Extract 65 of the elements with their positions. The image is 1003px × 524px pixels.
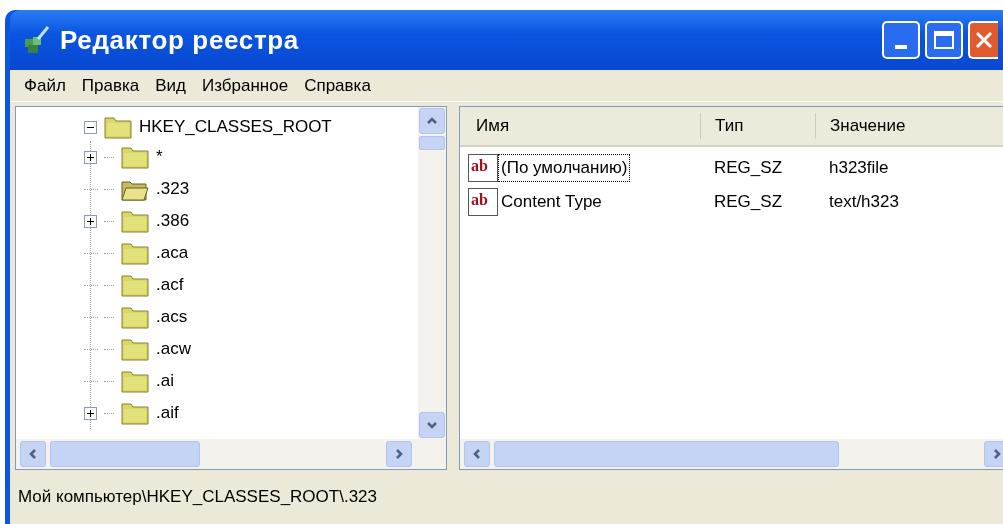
- column-header[interactable]: Имя: [460, 113, 700, 139]
- scrollbar-thumb[interactable]: [50, 441, 200, 467]
- tree-item[interactable]: .aif: [156, 400, 179, 426]
- folder-icon: [120, 368, 150, 394]
- string-value-icon: ab: [468, 154, 498, 182]
- scroll-right-button[interactable]: [984, 441, 1003, 467]
- scrollbar-thumb[interactable]: [494, 441, 839, 467]
- chevron-left-icon: [471, 448, 483, 460]
- tree-item[interactable]: .acs: [156, 304, 188, 330]
- folder-icon: [120, 304, 150, 330]
- expand-icon[interactable]: [84, 214, 97, 228]
- folder-icon: [120, 400, 150, 426]
- folder-icon: [103, 114, 133, 140]
- menu-item[interactable]: Вид: [155, 72, 186, 99]
- scrollbar-thumb[interactable]: [419, 136, 445, 150]
- menu-item[interactable]: Файл: [24, 72, 66, 99]
- value-data: text/h323: [828, 191, 900, 214]
- value-data: h323file: [828, 157, 890, 180]
- menu-item[interactable]: Правка: [81, 72, 140, 99]
- expand-icon[interactable]: [84, 406, 97, 420]
- menu-item[interactable]: Справка: [304, 72, 371, 99]
- chevron-right-icon: [991, 448, 1003, 460]
- vertical-scrollbar[interactable]: [418, 107, 446, 439]
- value-name[interactable]: Content Type: [498, 188, 605, 216]
- registry-cubes-icon: [22, 25, 52, 55]
- chevron-left-icon: [27, 448, 39, 460]
- column-header[interactable]: Тип: [700, 113, 815, 139]
- tree-item[interactable]: *: [156, 144, 163, 170]
- minimize-button[interactable]: [882, 21, 920, 59]
- folder-icon: [120, 240, 150, 266]
- horizontal-scrollbar[interactable]: [460, 439, 1003, 469]
- window-title: Редактор реестра: [60, 23, 299, 57]
- horizontal-scrollbar[interactable]: [16, 439, 446, 469]
- close-icon: [975, 31, 993, 49]
- folder-icon: [120, 336, 150, 362]
- maximize-icon: [934, 31, 954, 49]
- value-type: REG_SZ: [713, 157, 784, 180]
- tree-item[interactable]: .323: [156, 176, 190, 202]
- close-button[interactable]: [968, 21, 998, 59]
- menu-item[interactable]: Избранное: [202, 72, 289, 99]
- tree-item[interactable]: HKEY_CLASSES_ROOT: [139, 114, 332, 140]
- tree-item[interactable]: .aca: [156, 240, 189, 266]
- maximize-button[interactable]: [925, 21, 963, 59]
- scroll-down-button[interactable]: [419, 412, 445, 438]
- folder-icon: [120, 272, 150, 298]
- scroll-right-button[interactable]: [386, 441, 412, 467]
- string-value-icon: ab: [468, 188, 498, 216]
- minimize-icon: [895, 45, 907, 49]
- tree-item[interactable]: .acf: [156, 272, 184, 298]
- status-bar-path: Мой компьютер\HKEY_CLASSES_ROOT\.323: [18, 486, 377, 509]
- chevron-down-icon: [426, 419, 438, 431]
- value-type: REG_SZ: [713, 191, 784, 214]
- folder-icon: [120, 144, 150, 170]
- tree-item[interactable]: .acw: [156, 336, 191, 362]
- column-header[interactable]: Значение: [815, 113, 975, 139]
- folder-icon: [120, 208, 150, 234]
- scroll-left-button[interactable]: [20, 441, 46, 467]
- tree-item[interactable]: .386: [156, 208, 190, 234]
- chevron-right-icon: [393, 448, 405, 460]
- tree-item[interactable]: .ai: [156, 368, 174, 394]
- scroll-up-button[interactable]: [419, 108, 445, 134]
- scroll-left-button[interactable]: [464, 441, 490, 467]
- collapse-icon[interactable]: [84, 120, 97, 134]
- value-name[interactable]: (По умолчанию): [498, 154, 631, 182]
- expand-icon[interactable]: [84, 150, 97, 164]
